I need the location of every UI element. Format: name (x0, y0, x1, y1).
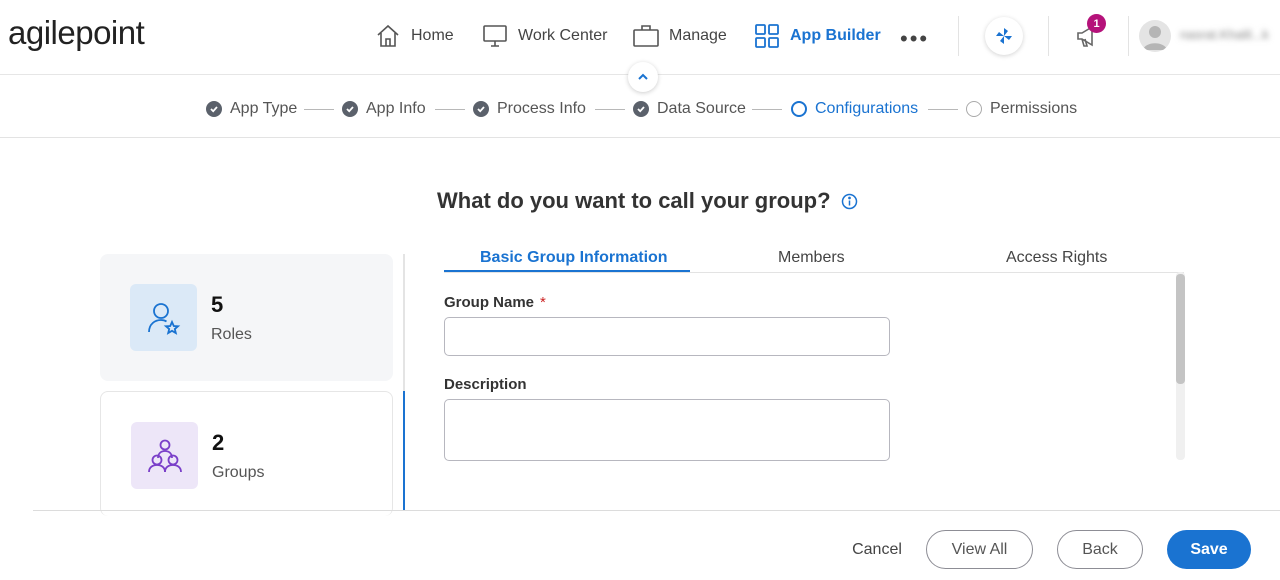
step-connector (752, 109, 782, 110)
pending-step-icon (966, 101, 982, 117)
step-permissions[interactable]: Permissions (966, 100, 1077, 118)
nav-app-builder-label: App Builder (790, 27, 881, 44)
nav-manage[interactable]: Manage (633, 22, 727, 50)
nav-home-label: Home (411, 27, 454, 44)
tab-members[interactable]: Members (778, 249, 845, 267)
roles-card[interactable]: 5 Roles (100, 254, 393, 381)
header-divider (1048, 16, 1049, 56)
step-app-type[interactable]: App Type (206, 100, 297, 118)
nav-work-center-label: Work Center (518, 27, 608, 44)
tab-basic-group-information[interactable]: Basic Group Information (480, 249, 668, 267)
collapse-header-button[interactable] (628, 62, 658, 92)
view-all-button[interactable]: View All (926, 530, 1033, 569)
header-divider (1128, 16, 1129, 56)
step-label: App Info (366, 100, 426, 117)
active-tab-underline (444, 270, 690, 272)
pinwheel-icon (996, 28, 1012, 44)
save-button[interactable]: Save (1167, 530, 1251, 569)
description-label: Description (444, 376, 527, 393)
nav-manage-label: Manage (669, 27, 727, 44)
groups-count: 2 (212, 430, 225, 455)
step-data-source[interactable]: Data Source (633, 100, 746, 118)
home-icon (377, 24, 399, 47)
step-app-info[interactable]: App Info (342, 100, 426, 118)
active-card-indicator (403, 391, 405, 510)
header-divider (958, 16, 959, 56)
group-name-label: Group Name * (444, 294, 546, 311)
step-connector (435, 109, 465, 110)
step-connector (304, 109, 334, 110)
step-label: Data Source (657, 100, 746, 117)
nav-home[interactable]: Home (375, 22, 454, 50)
back-button[interactable]: Back (1057, 530, 1143, 569)
group-name-label-text: Group Name (444, 294, 535, 311)
avatar[interactable] (1139, 20, 1171, 52)
roles-label: Roles (211, 326, 252, 343)
user-icon (1143, 26, 1167, 50)
required-mark: * (540, 294, 546, 311)
check-icon (206, 101, 222, 117)
step-label: Process Info (497, 100, 586, 117)
step-label: Configurations (815, 100, 919, 117)
chevron-up-icon (638, 73, 648, 80)
group-name-input[interactable] (444, 317, 890, 356)
check-icon (473, 101, 489, 117)
tab-access-rights[interactable]: Access Rights (1006, 249, 1107, 267)
current-step-icon (791, 101, 807, 117)
user-name[interactable]: nasrat.Khalil...k (1180, 27, 1276, 43)
group-icon (131, 422, 198, 489)
info-icon[interactable] (841, 193, 858, 210)
logo-text: agilepoint (8, 14, 145, 51)
step-connector (928, 109, 958, 110)
step-process-info[interactable]: Process Info (473, 100, 586, 118)
check-icon (633, 101, 649, 117)
groups-label: Groups (212, 464, 265, 481)
notification-badge: 1 (1087, 14, 1106, 33)
page-title: What do you want to call your group? (437, 188, 858, 214)
form-scrollbar-thumb[interactable] (1176, 274, 1185, 384)
step-label: App Type (230, 100, 298, 117)
cancel-button[interactable]: Cancel (846, 530, 908, 569)
briefcase-icon (633, 25, 659, 47)
check-icon (342, 101, 358, 117)
description-textarea[interactable] (444, 399, 890, 461)
panel-divider (403, 254, 405, 510)
role-icon (130, 284, 197, 351)
step-label: Permissions (990, 100, 1078, 117)
agilepoint-logo[interactable]: agilepoint (8, 14, 145, 52)
nav-work-center[interactable]: Work Center (482, 22, 608, 50)
grid-icon (755, 24, 779, 48)
nav-app-builder[interactable]: App Builder (754, 22, 881, 50)
monitor-icon (483, 25, 507, 47)
group-tabs: Basic Group Information Members Access R… (444, 245, 1184, 273)
page-title-text: What do you want to call your group? (437, 188, 831, 213)
more-menu-icon[interactable]: ••• (900, 26, 929, 52)
agilepoint-assistant-button[interactable] (985, 17, 1023, 55)
roles-count: 5 (211, 292, 224, 317)
step-connector (595, 109, 625, 110)
step-configurations[interactable]: Configurations (791, 100, 918, 118)
groups-card[interactable]: 2 Groups (100, 391, 393, 516)
footer-divider (33, 510, 1280, 511)
